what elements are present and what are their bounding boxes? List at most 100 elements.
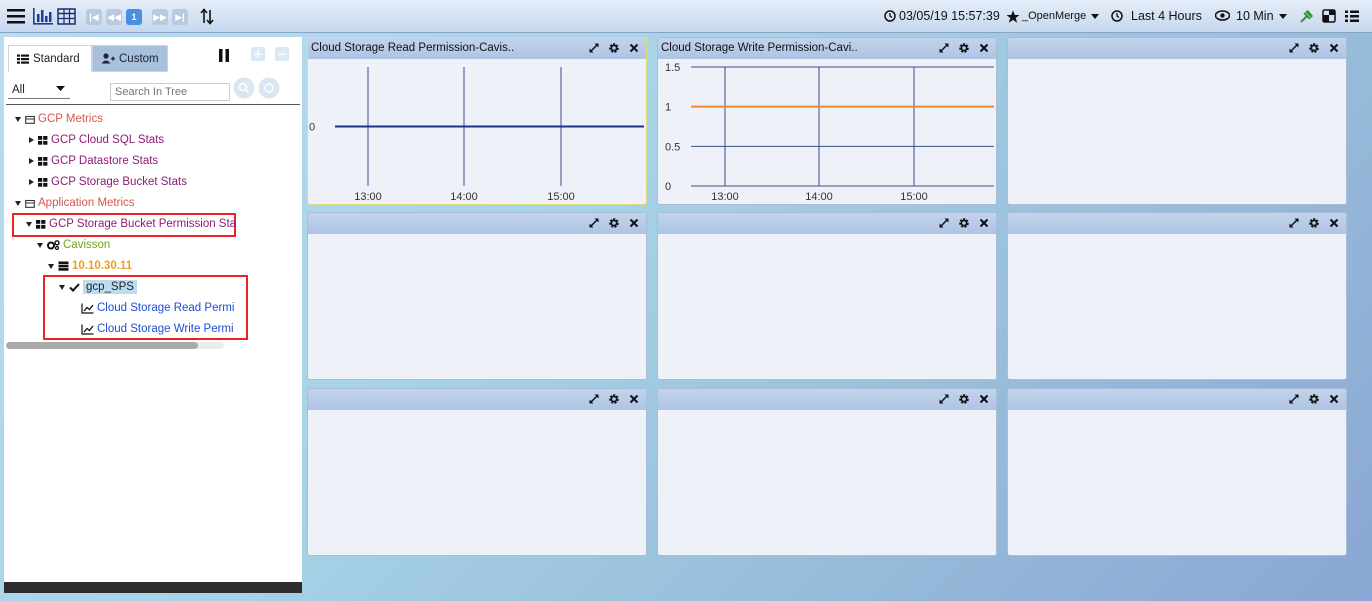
next-page-icon[interactable]: ▶▶ — [152, 9, 168, 25]
previous-page-icon[interactable]: ◀◀ — [106, 9, 122, 25]
tree-node-label: GCP Cloud SQL Stats — [51, 134, 165, 146]
datetime-display: 03/05/19 15:57:39 — [899, 9, 1000, 23]
gear-icon[interactable] — [608, 217, 620, 229]
tree-node-gcp-metrics[interactable]: GCP Metrics — [15, 110, 103, 128]
maximize-icon[interactable] — [938, 217, 950, 229]
line-chart: 13:00 14:00 15:00 1.5 1 0.5 0 — [665, 62, 994, 203]
graph-panel-empty[interactable] — [1007, 37, 1347, 205]
tree-node-ip[interactable]: 10.10.30.11 — [48, 257, 132, 275]
graph-panel-empty[interactable] — [1007, 388, 1347, 556]
tree-node-write-permission[interactable]: Cloud Storage Write Permi — [81, 320, 234, 338]
panel-header: Cloud Storage Write Permission-Cavi.. — [658, 38, 996, 59]
tab-custom-label: Custom — [119, 52, 159, 65]
pin-icon[interactable] — [1299, 8, 1314, 24]
y-tick-label: 0 — [309, 122, 315, 134]
graph-panel-empty[interactable] — [307, 388, 647, 556]
graph-panel-empty[interactable] — [657, 212, 997, 380]
gear-icon[interactable] — [1308, 393, 1320, 405]
close-icon[interactable] — [1328, 42, 1340, 54]
tree-node-storage-bucket[interactable]: GCP Storage Bucket Stats — [29, 173, 187, 191]
tab-standard[interactable]: Standard — [8, 45, 92, 72]
close-icon[interactable] — [1328, 217, 1340, 229]
search-icon[interactable] — [233, 77, 255, 99]
bar-chart-icon[interactable] — [32, 7, 54, 25]
tree-node-cloud-sql[interactable]: GCP Cloud SQL Stats — [29, 131, 164, 149]
pause-icon[interactable] — [218, 49, 230, 62]
tree-node-label: GCP Datastore Stats — [51, 155, 159, 167]
server-icon — [58, 261, 69, 271]
first-page-icon[interactable]: |◀ — [86, 9, 102, 25]
gear-icon[interactable] — [958, 217, 970, 229]
scrollbar-thumb[interactable] — [6, 342, 198, 349]
tree-node-label: gcp_SPS — [83, 280, 137, 294]
y-tick-label: 1 — [665, 102, 671, 114]
gear-icon[interactable] — [958, 393, 970, 405]
close-icon[interactable] — [628, 217, 640, 229]
maximize-icon[interactable] — [1288, 42, 1300, 54]
tree-node-read-permission[interactable]: Cloud Storage Read Permi — [81, 299, 234, 317]
time-clock-icon — [1111, 10, 1123, 22]
line-chart-icon — [81, 324, 94, 335]
list-icon — [17, 54, 29, 64]
favorite-dropdown[interactable]: _OpenMerge — [1022, 10, 1086, 22]
grid-icon — [38, 135, 48, 145]
page-number-button[interactable]: 1 — [126, 9, 142, 25]
maximize-icon[interactable] — [1288, 217, 1300, 229]
time-range-selector[interactable]: Last 4 Hours — [1131, 9, 1202, 23]
tree-node-gcp-sps[interactable]: gcp_SPS — [59, 278, 137, 296]
caret-down-icon — [59, 284, 65, 290]
folder-icon — [25, 115, 35, 124]
horizontal-scrollbar[interactable] — [6, 342, 224, 349]
tree-node-label: 10.10.30.11 — [72, 260, 133, 272]
close-icon[interactable] — [978, 42, 990, 54]
grid-icon — [36, 219, 46, 229]
sort-arrows-icon[interactable] — [200, 8, 214, 25]
list-menu-icon[interactable] — [1344, 9, 1360, 23]
expand-all-icon[interactable] — [251, 47, 265, 61]
gear-icon[interactable] — [1308, 217, 1320, 229]
graph-panel-empty[interactable] — [1007, 212, 1347, 380]
graph-panel-write-permission[interactable]: Cloud Storage Write Permission-Cavi.. 13… — [657, 37, 997, 205]
chevron-down-icon[interactable] — [1091, 14, 1099, 19]
close-icon[interactable] — [978, 393, 990, 405]
maximize-icon[interactable] — [588, 393, 600, 405]
maximize-icon[interactable] — [588, 217, 600, 229]
tree-node-bucket-permission[interactable]: GCP Storage Bucket Permission Sta — [26, 215, 236, 233]
refresh-icon[interactable] — [258, 77, 280, 99]
close-icon[interactable] — [628, 393, 640, 405]
tree-node-datastore[interactable]: GCP Datastore Stats — [29, 152, 158, 170]
refresh-interval-selector[interactable]: 10 Min — [1236, 9, 1274, 23]
chevron-down-icon[interactable] — [1279, 14, 1287, 19]
chevron-down-icon — [56, 86, 65, 91]
tree-node-application-metrics[interactable]: Application Metrics — [15, 194, 135, 212]
close-icon[interactable] — [1328, 393, 1340, 405]
y-tick-label: 1.5 — [665, 62, 680, 74]
collapse-all-icon[interactable] — [275, 47, 289, 61]
graph-panel-empty[interactable] — [307, 212, 647, 380]
graph-panel-read-permission[interactable]: Cloud Storage Read Permission-Cavis.. 13… — [307, 37, 647, 205]
gear-icon[interactable] — [958, 42, 970, 54]
tree-node-cavisson[interactable]: Cavisson — [37, 236, 110, 254]
graph-panel-empty[interactable] — [657, 388, 997, 556]
last-page-icon[interactable]: ▶| — [172, 9, 188, 25]
maximize-icon[interactable] — [938, 42, 950, 54]
gear-icon[interactable] — [608, 42, 620, 54]
tree-node-label: Application Metrics — [38, 197, 135, 209]
search-input[interactable] — [110, 83, 230, 101]
maximize-icon[interactable] — [588, 42, 600, 54]
table-icon[interactable] — [57, 8, 76, 25]
clock-icon — [884, 10, 896, 22]
maximize-icon[interactable] — [938, 393, 950, 405]
tab-custom[interactable]: Custom — [92, 45, 168, 72]
maximize-icon[interactable] — [1288, 393, 1300, 405]
close-icon[interactable] — [628, 42, 640, 54]
tree-node-label: Cavisson — [63, 239, 111, 251]
gear-icon[interactable] — [608, 393, 620, 405]
layout-icon[interactable] — [1322, 9, 1336, 23]
filter-select[interactable]: All — [8, 81, 70, 99]
x-tick-label: 14:00 — [450, 191, 478, 203]
close-icon[interactable] — [978, 217, 990, 229]
gear-icon[interactable] — [1308, 42, 1320, 54]
star-icon[interactable] — [1006, 10, 1020, 23]
menu-icon[interactable] — [6, 7, 26, 25]
